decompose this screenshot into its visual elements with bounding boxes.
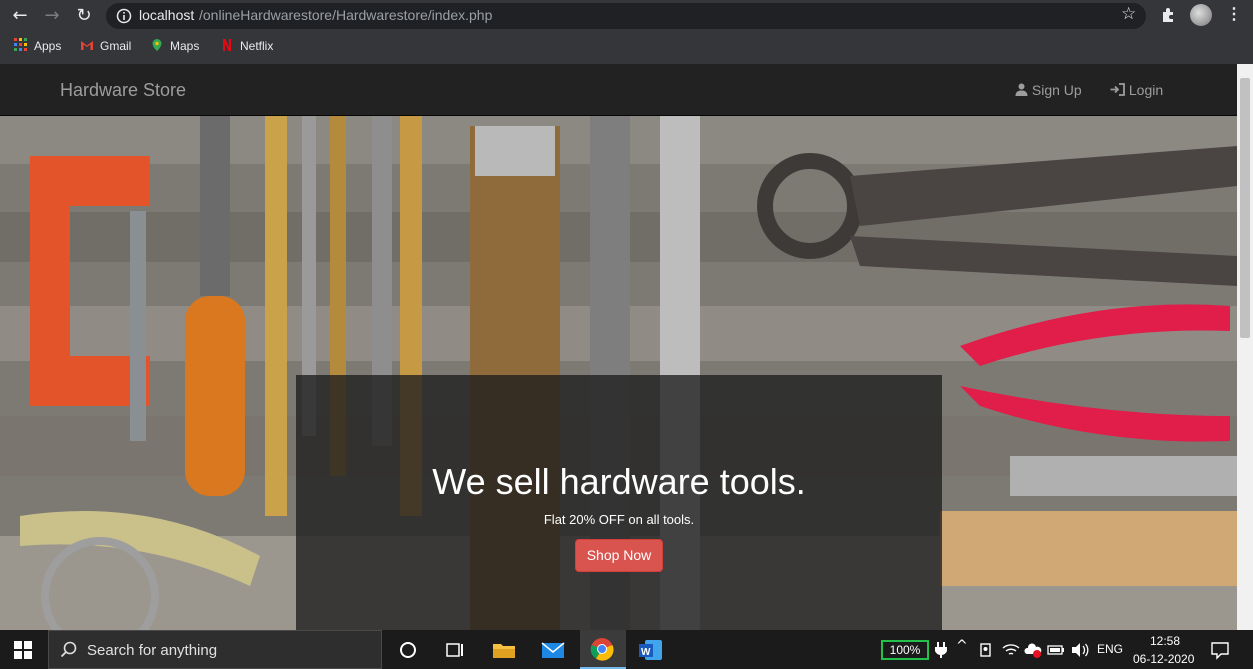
hero-subline: Flat 20% OFF on all tools. bbox=[543, 512, 695, 527]
word-icon[interactable]: W bbox=[637, 636, 665, 664]
signup-link[interactable]: Sign Up bbox=[1015, 82, 1082, 98]
login-label: Login bbox=[1128, 82, 1164, 98]
volume-icon[interactable] bbox=[1071, 642, 1089, 658]
hero-headline: We sell hardware tools. bbox=[432, 461, 806, 502]
meet-now-icon[interactable] bbox=[980, 642, 994, 658]
gmail-icon bbox=[81, 41, 93, 50]
user-icon bbox=[1015, 83, 1028, 96]
forward-icon[interactable]: → bbox=[40, 4, 64, 28]
url-host: localhost bbox=[139, 7, 195, 23]
info-icon[interactable] bbox=[116, 8, 132, 24]
browser-chrome: ← → ↻ localhost /onlineHardwarestore/Har… bbox=[0, 0, 1253, 64]
wifi-icon[interactable] bbox=[1002, 642, 1020, 658]
maps-pin-icon bbox=[152, 39, 162, 51]
onedrive-error-icon[interactable] bbox=[1024, 642, 1042, 658]
bookmark-label: Gmail bbox=[100, 39, 132, 53]
windows-taskbar: Search for anything W 100% ^ ENG 12:58 0… bbox=[0, 630, 1253, 669]
page-scrollbar[interactable] bbox=[1237, 64, 1253, 630]
shop-now-button[interactable]: Shop Now bbox=[575, 539, 663, 572]
language-indicator[interactable]: ENG bbox=[1097, 642, 1123, 656]
bookmark-label: Maps bbox=[170, 39, 200, 53]
clock-date[interactable]: 06-12-2020 bbox=[1133, 652, 1194, 666]
profile-avatar[interactable] bbox=[1190, 4, 1212, 26]
login-link[interactable]: Login bbox=[1110, 82, 1163, 98]
bookmark-netflix[interactable]: Netflix bbox=[220, 37, 273, 55]
reload-icon[interactable]: ↻ bbox=[72, 4, 96, 28]
extensions-icon[interactable] bbox=[1160, 6, 1176, 22]
web-page: Hardware Store Sign Up Login We sell har… bbox=[0, 64, 1237, 630]
bookmark-gmail[interactable]: Gmail bbox=[80, 37, 131, 55]
clock-time[interactable]: 12:58 bbox=[1150, 634, 1180, 648]
svg-text:W: W bbox=[641, 647, 651, 658]
power-plug-icon bbox=[935, 642, 947, 658]
battery-percentage[interactable]: 100% bbox=[881, 640, 929, 660]
bookmark-label: Apps bbox=[34, 39, 62, 53]
bookmark-star-icon[interactable]: ☆ bbox=[1121, 4, 1136, 24]
bookmark-apps[interactable]: Apps bbox=[14, 37, 61, 55]
signup-label: Sign Up bbox=[1031, 82, 1082, 98]
mail-icon[interactable] bbox=[539, 636, 567, 664]
chrome-icon bbox=[590, 638, 614, 661]
search-placeholder: Search for anything bbox=[87, 642, 218, 659]
apps-grid-icon bbox=[14, 38, 27, 51]
site-brand[interactable]: Hardware Store bbox=[60, 80, 186, 101]
chrome-taskbar-button[interactable] bbox=[580, 630, 626, 669]
back-icon[interactable]: ← bbox=[8, 4, 32, 28]
cortana-icon[interactable] bbox=[394, 636, 422, 664]
url-path: /onlineHardwarestore/Hardwarestore/index… bbox=[199, 7, 493, 23]
windows-start-icon[interactable] bbox=[14, 641, 32, 659]
site-navbar: Hardware Store Sign Up Login bbox=[0, 64, 1237, 116]
bookmark-label: Netflix bbox=[240, 39, 274, 53]
login-icon bbox=[1110, 83, 1125, 96]
bookmark-maps[interactable]: Maps bbox=[150, 37, 199, 55]
taskbar-search-box[interactable]: Search for anything bbox=[48, 630, 382, 669]
scrollbar-thumb[interactable] bbox=[1240, 78, 1250, 338]
hero-caption-panel: We sell hardware tools. Flat 20% OFF on … bbox=[296, 375, 942, 630]
hero-section: We sell hardware tools. Flat 20% OFF on … bbox=[0, 116, 1237, 630]
action-center-icon[interactable] bbox=[1210, 640, 1230, 660]
file-explorer-icon[interactable] bbox=[490, 636, 518, 664]
show-hidden-icons-chevron-icon[interactable]: ^ bbox=[956, 638, 968, 654]
battery-icon[interactable] bbox=[1047, 643, 1065, 657]
menu-icon[interactable]: ⋮ bbox=[1226, 4, 1242, 24]
netflix-icon bbox=[223, 39, 231, 51]
task-view-icon[interactable] bbox=[441, 636, 469, 664]
search-icon bbox=[60, 641, 77, 658]
